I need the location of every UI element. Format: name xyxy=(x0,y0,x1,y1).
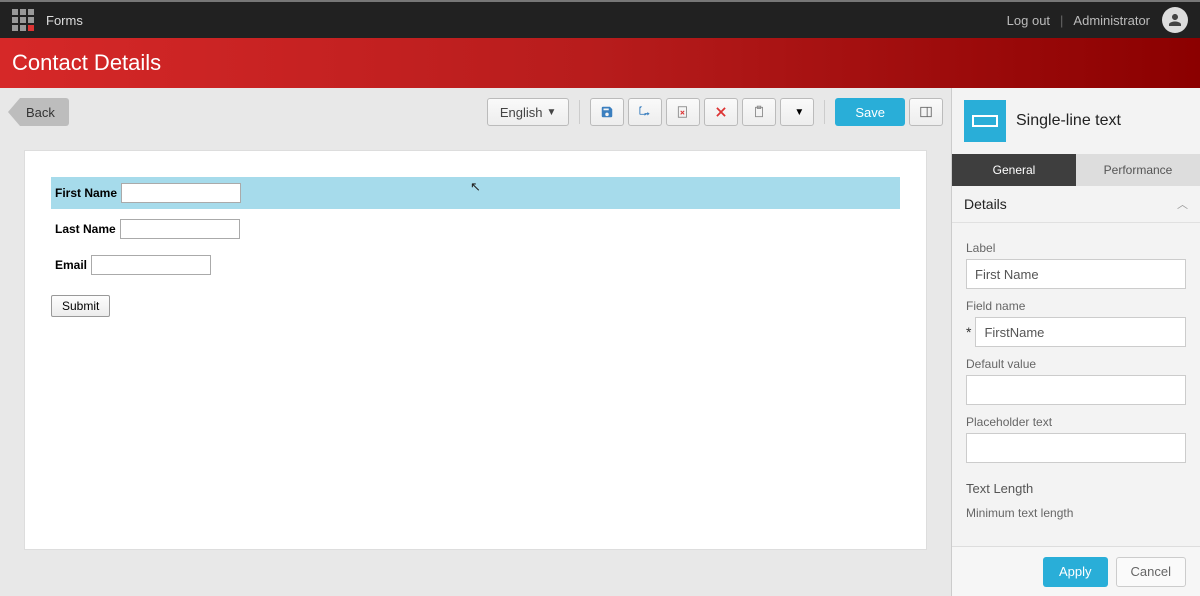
toolbar-divider xyxy=(824,100,825,124)
panel-icon xyxy=(919,105,933,119)
clipboard-icon xyxy=(752,105,766,119)
field-input[interactable] xyxy=(120,219,240,239)
apply-button[interactable]: Apply xyxy=(1043,557,1108,587)
chevron-down-icon: ▼ xyxy=(546,107,556,118)
x-icon xyxy=(714,105,728,119)
field-label: Email xyxy=(55,258,87,272)
global-topbar: Forms Log out | Administrator xyxy=(0,2,1200,38)
floppy-icon xyxy=(600,105,614,119)
page-title: Contact Details xyxy=(12,50,161,76)
user-name-link[interactable]: Administrator xyxy=(1073,13,1150,28)
section-details-label: Details xyxy=(964,196,1007,212)
topbar-separator: | xyxy=(1060,13,1063,28)
form-field-first-name[interactable]: First Name xyxy=(51,177,900,209)
prop-fieldname-input[interactable] xyxy=(975,317,1186,347)
field-label: Last Name xyxy=(55,222,116,236)
main-editor-area: Back English ▼ ▼ xyxy=(0,88,952,596)
chevron-up-icon: ︿ xyxy=(1177,196,1188,212)
page-header-bar: Contact Details xyxy=(0,38,1200,88)
editor-toolbar: Back English ▼ ▼ xyxy=(0,88,951,126)
tab-general[interactable]: General xyxy=(952,154,1076,186)
field-input[interactable] xyxy=(121,183,241,203)
form-canvas[interactable]: First Name Last Name Email Submit xyxy=(24,150,927,550)
app-name-label: Forms xyxy=(46,13,83,28)
form-field-last-name[interactable]: Last Name xyxy=(51,213,900,245)
inspector-tabs: General Performance xyxy=(952,154,1200,186)
language-label: English xyxy=(500,105,543,120)
prop-default-label: Default value xyxy=(966,357,1186,371)
prop-minlen-label: Minimum text length xyxy=(966,506,1186,520)
prop-placeholder-label: Placeholder text xyxy=(966,415,1186,429)
inspector-panel: Single-line text General Performance Det… xyxy=(952,88,1200,596)
required-star-icon: * xyxy=(966,324,971,340)
field-label: First Name xyxy=(55,186,117,200)
clipboard-icon-button[interactable] xyxy=(742,98,776,126)
chevron-down-icon: ▼ xyxy=(794,107,804,118)
undo-icon-button[interactable] xyxy=(666,98,700,126)
save-icon-button[interactable] xyxy=(590,98,624,126)
inspector-header: Single-line text xyxy=(952,88,1200,154)
file-x-icon xyxy=(676,105,690,119)
toolbar-divider xyxy=(579,100,580,124)
prop-fieldname-label: Field name xyxy=(966,299,1186,313)
section-details-header[interactable]: Details ︿ xyxy=(952,186,1200,223)
prop-label-label: Label xyxy=(966,241,1186,255)
cancel-button[interactable]: Cancel xyxy=(1116,557,1186,587)
user-avatar-icon[interactable] xyxy=(1162,7,1188,33)
language-dropdown[interactable]: English ▼ xyxy=(487,98,570,126)
save-button[interactable]: Save xyxy=(835,98,905,126)
section-textlength-title: Text Length xyxy=(966,481,1186,496)
tab-performance[interactable]: Performance xyxy=(1076,154,1200,186)
prop-default-input[interactable] xyxy=(966,375,1186,405)
delete-icon-button[interactable] xyxy=(704,98,738,126)
save-close-icon-button[interactable] xyxy=(628,98,662,126)
field-type-title: Single-line text xyxy=(1016,112,1121,130)
field-type-icon xyxy=(964,100,1006,142)
back-button[interactable]: Back xyxy=(20,98,69,126)
prop-placeholder-input[interactable] xyxy=(966,433,1186,463)
form-submit-button[interactable]: Submit xyxy=(51,295,110,317)
form-field-email[interactable]: Email xyxy=(51,249,900,281)
prop-label-input[interactable] xyxy=(966,259,1186,289)
logout-link[interactable]: Log out xyxy=(1007,13,1050,28)
inspector-footer: Apply Cancel xyxy=(952,546,1200,596)
toggle-panel-button[interactable] xyxy=(909,98,943,126)
field-input[interactable] xyxy=(91,255,211,275)
more-dropdown-button[interactable]: ▼ xyxy=(780,98,814,126)
app-launcher-icon[interactable] xyxy=(12,9,34,31)
floppy-arrow-icon xyxy=(638,105,652,119)
